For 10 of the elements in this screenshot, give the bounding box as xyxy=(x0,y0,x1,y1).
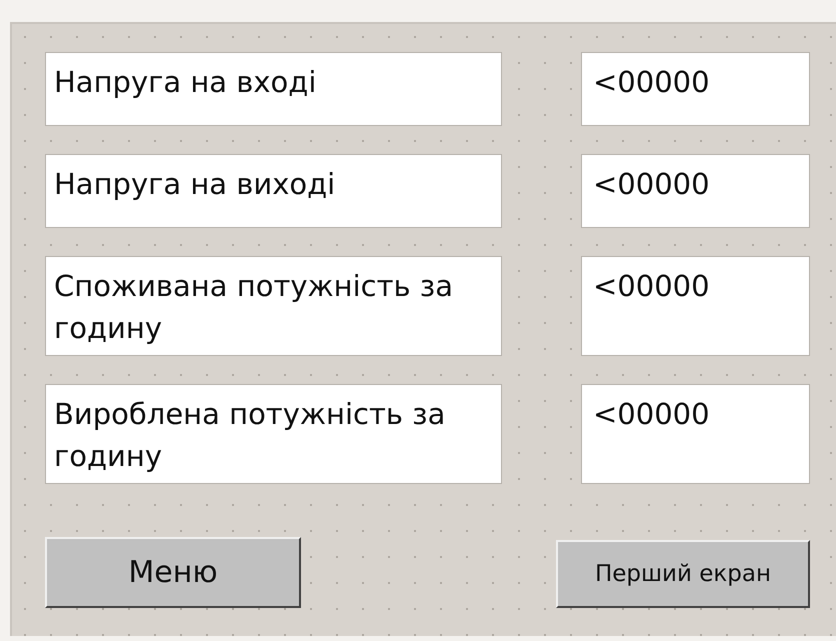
label-field: Вироблена потужність за годину xyxy=(45,384,502,484)
label-field: Напруга на вході xyxy=(45,52,502,126)
form-button[interactable]: Перший екран xyxy=(556,540,810,608)
value-field: <00000 xyxy=(581,384,810,484)
form-button[interactable]: Меню xyxy=(45,537,301,608)
value-field: <00000 xyxy=(581,256,810,356)
value-field: <00000 xyxy=(581,154,810,228)
value-field: <00000 xyxy=(581,52,810,126)
label-field: Споживана потужність за годину xyxy=(45,256,502,356)
label-field: Напруга на виході xyxy=(45,154,502,228)
